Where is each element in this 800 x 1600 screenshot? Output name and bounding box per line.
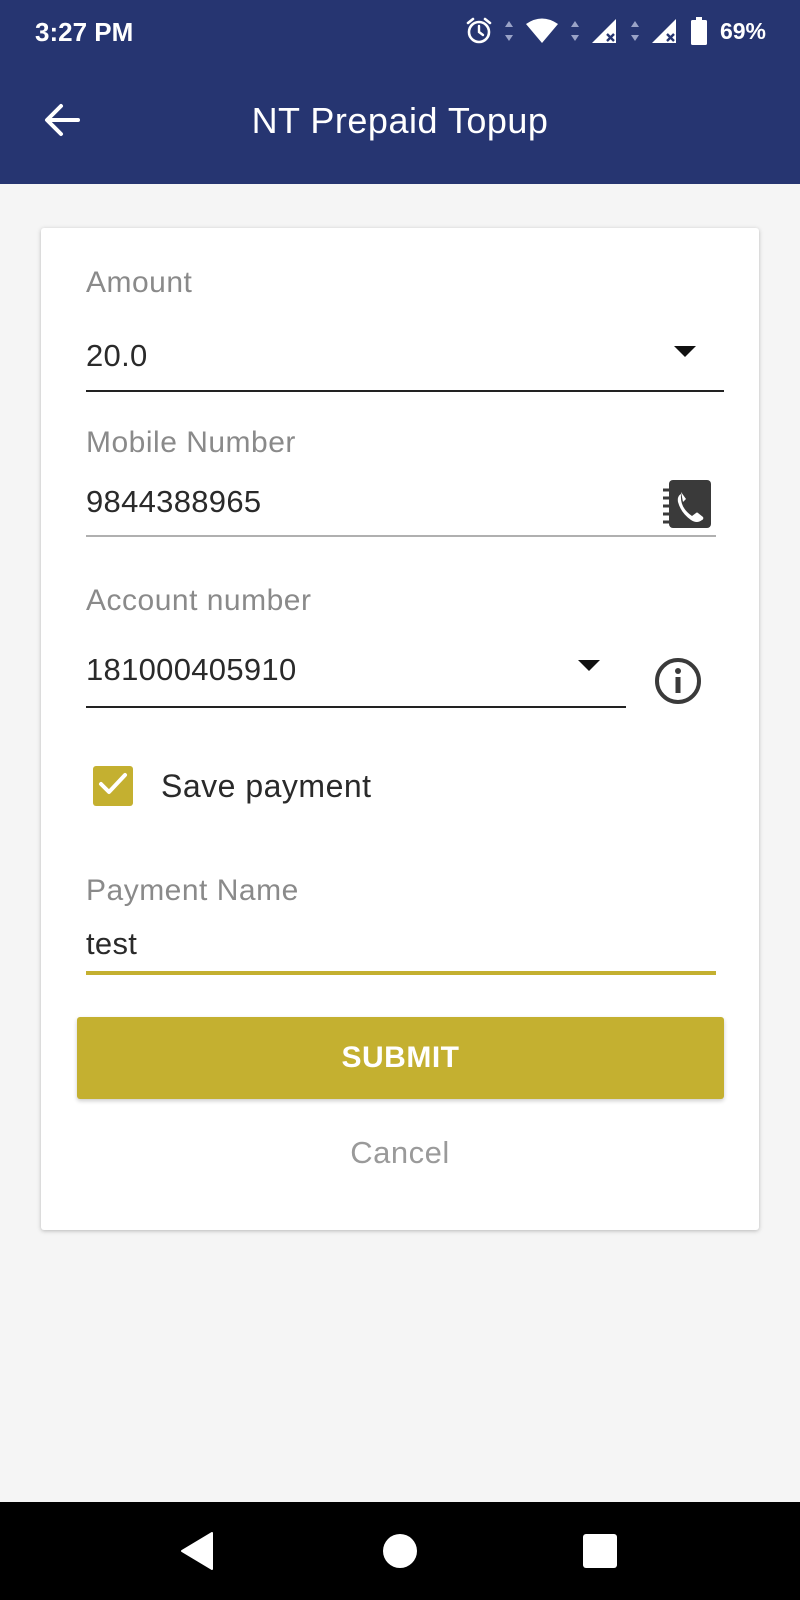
mobile-number-value: 9844388965 bbox=[86, 484, 262, 519]
alarm-icon bbox=[464, 16, 494, 46]
app-bar: NT Prepaid Topup bbox=[0, 62, 800, 184]
battery-percent: 69% bbox=[719, 17, 766, 44]
data-arrows-icon bbox=[570, 17, 580, 45]
home-circle-icon[interactable] bbox=[377, 1528, 423, 1574]
payment-name-value: test bbox=[86, 926, 138, 961]
contact-book-icon[interactable] bbox=[661, 478, 713, 530]
amount-value: 20.0 bbox=[86, 338, 148, 373]
account-number-value: 181000405910 bbox=[86, 652, 297, 687]
dropdown-arrow-icon bbox=[578, 660, 600, 671]
signal-icon bbox=[650, 17, 680, 45]
payment-name-underline bbox=[86, 971, 716, 975]
amount-label: Amount bbox=[86, 266, 193, 299]
data-arrows-icon bbox=[630, 17, 640, 45]
account-number-underline bbox=[86, 706, 626, 708]
status-icons: 69% bbox=[464, 14, 766, 48]
save-payment-label[interactable]: Save payment bbox=[161, 768, 372, 805]
save-payment-checkbox[interactable] bbox=[93, 766, 133, 806]
battery-icon bbox=[690, 16, 708, 46]
submit-button[interactable]: SUBMIT bbox=[77, 1017, 724, 1099]
amount-underline bbox=[86, 390, 724, 392]
cancel-button[interactable]: Cancel bbox=[41, 1135, 759, 1171]
account-number-select[interactable]: 181000405910 bbox=[86, 642, 626, 710]
recents-square-icon[interactable] bbox=[577, 1528, 623, 1574]
status-time: 3:27 PM bbox=[35, 17, 134, 47]
info-icon[interactable] bbox=[653, 656, 703, 706]
mobile-number-input[interactable]: 9844388965 bbox=[86, 478, 716, 538]
account-number-label: Account number bbox=[86, 584, 312, 617]
wifi-icon bbox=[524, 17, 560, 45]
data-arrows-icon bbox=[504, 17, 514, 45]
mobile-number-underline bbox=[86, 535, 716, 537]
page-title: NT Prepaid Topup bbox=[251, 100, 549, 141]
back-triangle-icon[interactable] bbox=[176, 1528, 222, 1574]
status-bar: 3:27 PM 69% bbox=[0, 0, 800, 62]
topup-form-card: Amount 20.0 Mobile Number 9844388965 Acc… bbox=[41, 228, 759, 1230]
payment-name-label: Payment Name bbox=[86, 874, 299, 907]
signal-icon bbox=[590, 17, 620, 45]
amount-select[interactable]: 20.0 bbox=[86, 328, 724, 394]
dropdown-arrow-icon bbox=[674, 346, 696, 357]
mobile-number-label: Mobile Number bbox=[86, 426, 296, 459]
checkmark-icon bbox=[98, 771, 128, 802]
system-nav-bar bbox=[0, 1502, 800, 1600]
